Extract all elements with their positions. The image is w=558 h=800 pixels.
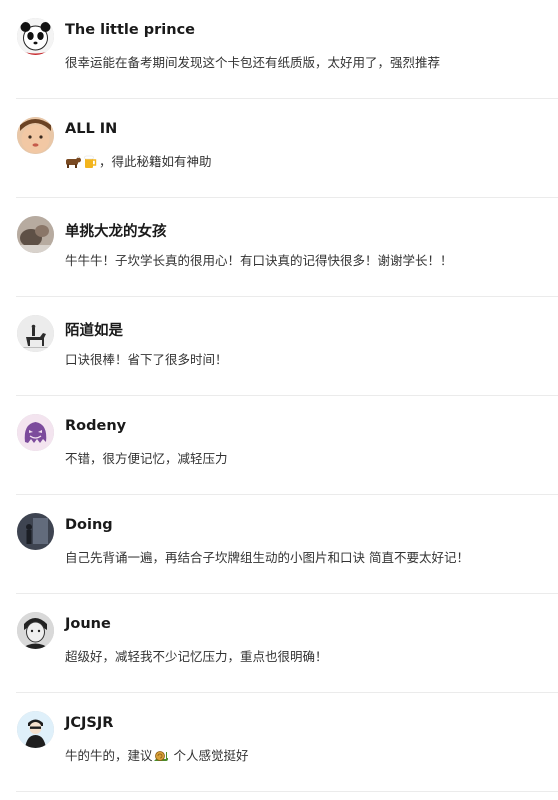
- comment-user-name[interactable]: JCJSJR: [65, 715, 113, 731]
- beer-emoji-icon: [82, 155, 98, 169]
- snail-emoji-icon: [153, 749, 169, 763]
- comment-text-part: 个人感觉挺好: [169, 748, 249, 763]
- horse-rider-avatar-icon[interactable]: [17, 315, 54, 352]
- comment-user-name[interactable]: The little prince: [65, 22, 195, 38]
- comment-item: Joune 超级好，减轻我不少记忆压力，重点也很明确！: [16, 594, 558, 693]
- cow-emoji-icon: [65, 155, 81, 169]
- cartoon-person-avatar-icon[interactable]: [17, 711, 54, 748]
- comment-text: 自己先背诵一遍，再结合子坎牌组生动的小图片和口诀 简直不要太好记！: [65, 550, 469, 565]
- comment-user-name[interactable]: Rodeny: [65, 418, 126, 434]
- comment-text: 牛牛牛！子坎学长真的很用心！有口诀真的记得快很多！谢谢学长！！: [65, 253, 453, 268]
- comment-item: 陌道如是 口诀很棒！省下了很多时间！: [16, 297, 558, 396]
- comment-item: ALL IN ，得此秘籍如有神助: [16, 99, 558, 198]
- comment-item: JCJSJR 牛的牛的，建议 个人感觉挺好: [16, 693, 558, 792]
- purple-ghost-avatar-icon[interactable]: [17, 414, 54, 451]
- comment-text-part: ，得此秘籍如有神助: [99, 154, 212, 169]
- comment-item: The little prince 很幸运能在备考期间发现这个卡包还有纸质版，太…: [16, 0, 558, 99]
- comment-text-part: 牛的牛的，建议: [65, 748, 153, 763]
- pet-avatar-icon[interactable]: [17, 216, 54, 253]
- comment-text: 口诀很棒！省下了很多时间！: [65, 352, 228, 367]
- comment-item: Rodeny 不错，很方便记忆，减轻压力: [16, 396, 558, 495]
- panda-avatar-icon[interactable]: [17, 18, 54, 55]
- comment-user-name[interactable]: ALL IN: [65, 121, 117, 137]
- comment-text: 很幸运能在备考期间发现这个卡包还有纸质版，太好用了，强烈推荐: [65, 55, 441, 70]
- comment-item: 单挑大龙的女孩 牛牛牛！子坎学长真的很用心！有口诀真的记得快很多！谢谢学长！！: [16, 198, 558, 297]
- comment-user-name[interactable]: Joune: [65, 616, 111, 632]
- comment-item: Doing 自己先背诵一遍，再结合子坎牌组生动的小图片和口诀 简直不要太好记！: [16, 495, 558, 594]
- comment-text: 超级好，减轻我不少记忆压力，重点也很明确！: [65, 649, 328, 664]
- comment-text: 不错，很方便记忆，减轻压力: [65, 451, 228, 466]
- comment-user-name[interactable]: 陌道如是: [65, 319, 123, 340]
- comment-list: The little prince 很幸运能在备考期间发现这个卡包还有纸质版，太…: [0, 0, 558, 792]
- comment-user-name[interactable]: Doing: [65, 517, 113, 533]
- comment-text: 牛的牛的，建议 个人感觉挺好: [65, 745, 249, 764]
- silhouette-avatar-icon[interactable]: [17, 513, 54, 550]
- child-avatar-icon[interactable]: [17, 117, 54, 154]
- comment-user-name[interactable]: 单挑大龙的女孩: [65, 220, 167, 241]
- sketch-portrait-avatar-icon[interactable]: [17, 612, 54, 649]
- comment-text: ，得此秘籍如有神助: [65, 151, 212, 170]
